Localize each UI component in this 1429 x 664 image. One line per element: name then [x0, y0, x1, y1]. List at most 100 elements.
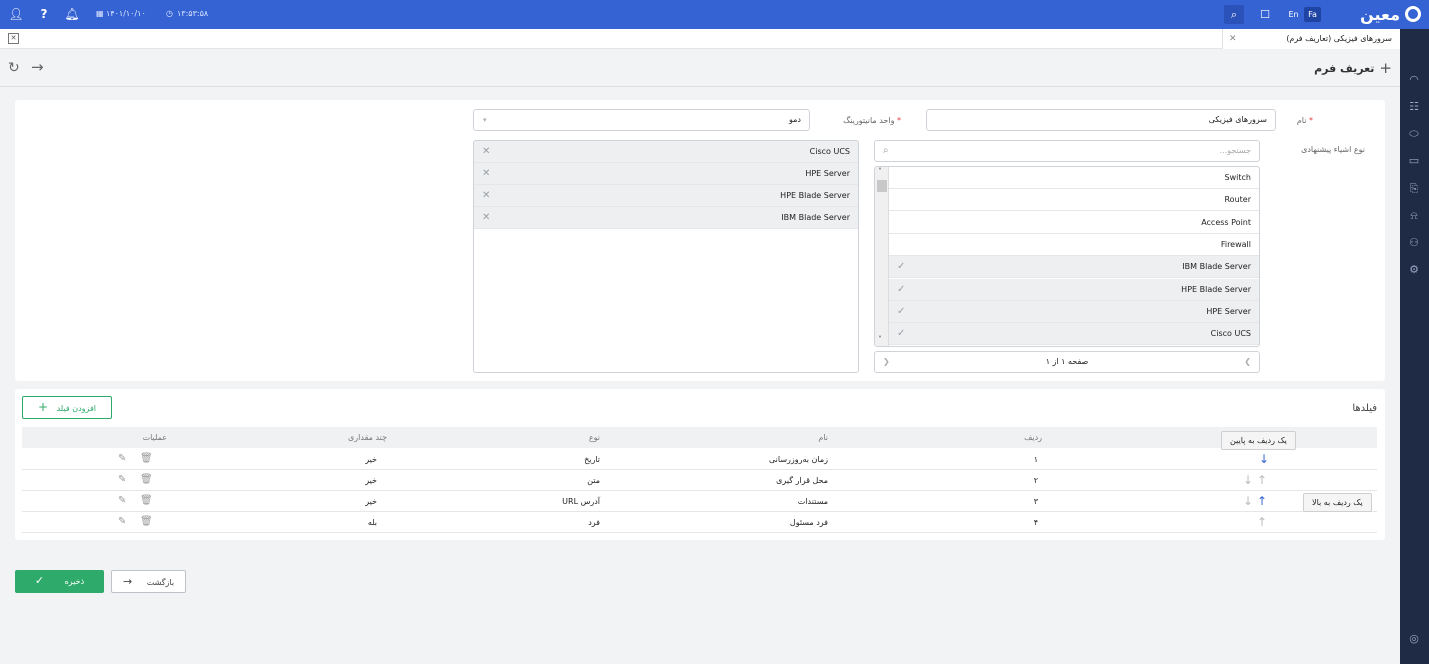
list-item[interactable]: HPE Blade Server ✓ [889, 278, 1259, 301]
dashboard-icon[interactable]: ◠ [1407, 73, 1421, 87]
search-input[interactable]: جستجو... ⌕ [874, 140, 1260, 162]
col-name: نام [818, 433, 828, 442]
name-input[interactable]: سرورهای فیزیکی [926, 109, 1276, 131]
remove-icon[interactable]: ✕ [482, 185, 490, 207]
refresh-icon[interactable]: ↻ [8, 61, 20, 75]
move-up-icon[interactable]: ↑ [1257, 491, 1267, 511]
right-sidebar: ◠ ☷ ⬭ ▭ ⎘ ⍾ ⚇ ⚙ ◎ [1400, 29, 1429, 664]
list-item-label: IBM Blade Server [1182, 262, 1251, 272]
pagination-text: صفحه ۱ از ۱ [1045, 357, 1089, 366]
user-icon[interactable]: 👤︎ [8, 6, 24, 22]
chevron-left-icon[interactable]: ❮ [883, 352, 890, 372]
check-icon: ✓ [897, 261, 906, 273]
close-all-tabs-icon[interactable]: ✕ [8, 33, 19, 44]
move-up-tooltip: یک ردیف به بالا [1303, 493, 1372, 512]
list-scrollbar[interactable]: ˄ ˅ [875, 167, 889, 346]
list-item[interactable]: Router [889, 189, 1259, 212]
list-item[interactable]: IBM Blade Server ✓ [889, 256, 1259, 279]
edit-icon[interactable]: ✎ [118, 512, 126, 532]
remove-icon[interactable]: ✕ [482, 207, 490, 229]
unit-select[interactable]: دمو ▾ [473, 109, 810, 131]
chevron-down-icon[interactable]: ˅ [878, 335, 882, 344]
selected-item[interactable]: IBM Blade Server ✕ [474, 207, 858, 229]
check-icon: ✓ [897, 305, 906, 317]
save-button[interactable]: ذخیره ✓ [15, 570, 104, 593]
list-item[interactable]: Firewall [889, 234, 1259, 256]
field-type: تاریخ [584, 455, 600, 464]
name-label: * نام [1296, 116, 1313, 125]
hierarchy-icon[interactable]: ☷ [1407, 100, 1421, 114]
unit-label: * واحد مانیتورینگ [843, 116, 901, 125]
bookmark-icon[interactable]: ☐ [1255, 5, 1275, 24]
alert-icon[interactable]: ⍾ [1407, 209, 1421, 223]
back-arrow-icon[interactable]: → [31, 60, 44, 75]
row-number: ۳ [1033, 497, 1038, 506]
monitor-icon[interactable]: ▭ [1407, 154, 1421, 168]
list-item-label: Access Point [1201, 217, 1251, 227]
unit-value: دمو [789, 115, 801, 124]
list-item-label: Firewall [1220, 239, 1251, 249]
calendar-icon: ▦ [96, 9, 104, 18]
list-item-label: Cisco UCS [1210, 329, 1251, 339]
add-field-label: افزودن فیلد [56, 404, 96, 413]
move-down-icon[interactable]: ↓ [1259, 449, 1269, 469]
tab-physical-servers[interactable]: سرورهای فیزیکی (تعاریف فرم) ✕ [1222, 29, 1400, 49]
move-down-icon[interactable]: ↓ [1243, 491, 1253, 511]
move-up-icon[interactable]: ↑ [1257, 470, 1267, 490]
back-button[interactable]: بازگشت → [111, 570, 186, 593]
settings-icon[interactable]: ⚙ [1407, 263, 1421, 277]
chevron-up-icon[interactable]: ˄ [878, 167, 882, 176]
users-icon[interactable]: ⚇ [1407, 236, 1421, 250]
move-down-icon[interactable]: ↓ [1243, 470, 1253, 490]
bell-icon[interactable]: 🔔︎ [64, 6, 80, 22]
check-icon: ✓ [897, 328, 906, 340]
col-multi: چند مقداری [348, 433, 387, 442]
delete-icon[interactable]: 🗑︎ [140, 470, 153, 490]
delete-icon[interactable]: 🗑︎ [140, 491, 153, 511]
list-item-label: HPE Blade Server [1181, 284, 1251, 294]
search-placeholder: جستجو... [1219, 146, 1251, 155]
move-up-icon[interactable]: ↑ [1257, 512, 1267, 532]
selected-item[interactable]: Cisco UCS ✕ [474, 141, 858, 163]
search-icon: ⌕ [883, 145, 889, 156]
available-items: Switch Router Access Point Firewall IBM Blad… [889, 167, 1259, 346]
edit-icon[interactable]: ✎ [118, 491, 126, 511]
search-icon[interactable]: ⌕ [1224, 5, 1244, 24]
list-item[interactable]: Access Point [889, 212, 1259, 234]
table-row: ۴ فرد مسئول فرد بله ↑ 🗑︎ ✎ [22, 512, 1377, 533]
selected-item[interactable]: HPE Server ✕ [474, 163, 858, 185]
lang-fa-button[interactable]: Fa [1304, 7, 1321, 22]
col-ops: عملیات [142, 433, 167, 442]
page-title: تعریف فرم [1314, 61, 1375, 75]
clipboard-icon[interactable]: ⎘ [1407, 182, 1421, 196]
field-type: آدرس URL [562, 497, 600, 506]
remove-icon[interactable]: ✕ [482, 163, 490, 185]
check-icon: ✓ [34, 574, 45, 587]
field-name: محل قرار گیری [776, 476, 828, 485]
list-item[interactable]: Switch [889, 167, 1259, 189]
row-number: ۲ [1033, 476, 1038, 485]
scrollbar-thumb[interactable] [877, 180, 887, 192]
tab-bar: ✕ سرورهای فیزیکی (تعاریف فرم) ✕ [0, 29, 1400, 49]
delete-icon[interactable]: 🗑︎ [140, 512, 153, 532]
back-label: بازگشت [146, 578, 175, 587]
lang-en-button[interactable]: En [1285, 7, 1302, 22]
time-display: ۱۳:۵۳:۵۸ [177, 9, 209, 18]
list-item[interactable]: Cisco UCS ✓ [889, 323, 1259, 346]
delete-icon[interactable]: 🗑︎ [140, 449, 153, 469]
database-icon[interactable]: ⬭ [1407, 127, 1421, 141]
edit-icon[interactable]: ✎ [118, 470, 126, 490]
field-multi: بله [367, 518, 377, 527]
edit-icon[interactable]: ✎ [118, 449, 126, 469]
close-icon[interactable]: ✕ [1229, 29, 1237, 49]
brand-icon[interactable]: ◎ [1407, 632, 1421, 646]
remove-icon[interactable]: ✕ [482, 141, 490, 163]
add-field-button[interactable]: افزودن فیلد + [22, 396, 112, 419]
chevron-right-icon[interactable]: ❯ [1244, 352, 1251, 372]
help-icon[interactable]: ? [36, 6, 52, 22]
fields-panel: فیلدها افزودن فیلد + ردیف نام نوع چند مق… [15, 389, 1385, 540]
table-row: ۱ زمان به‌روزرسانی تاریخ خیر ↓ 🗑︎ ✎ [22, 449, 1377, 470]
list-item[interactable]: HPE Server ✓ [889, 300, 1259, 323]
selected-item[interactable]: HPE Blade Server ✕ [474, 185, 858, 207]
check-icon: ✓ [897, 283, 906, 295]
